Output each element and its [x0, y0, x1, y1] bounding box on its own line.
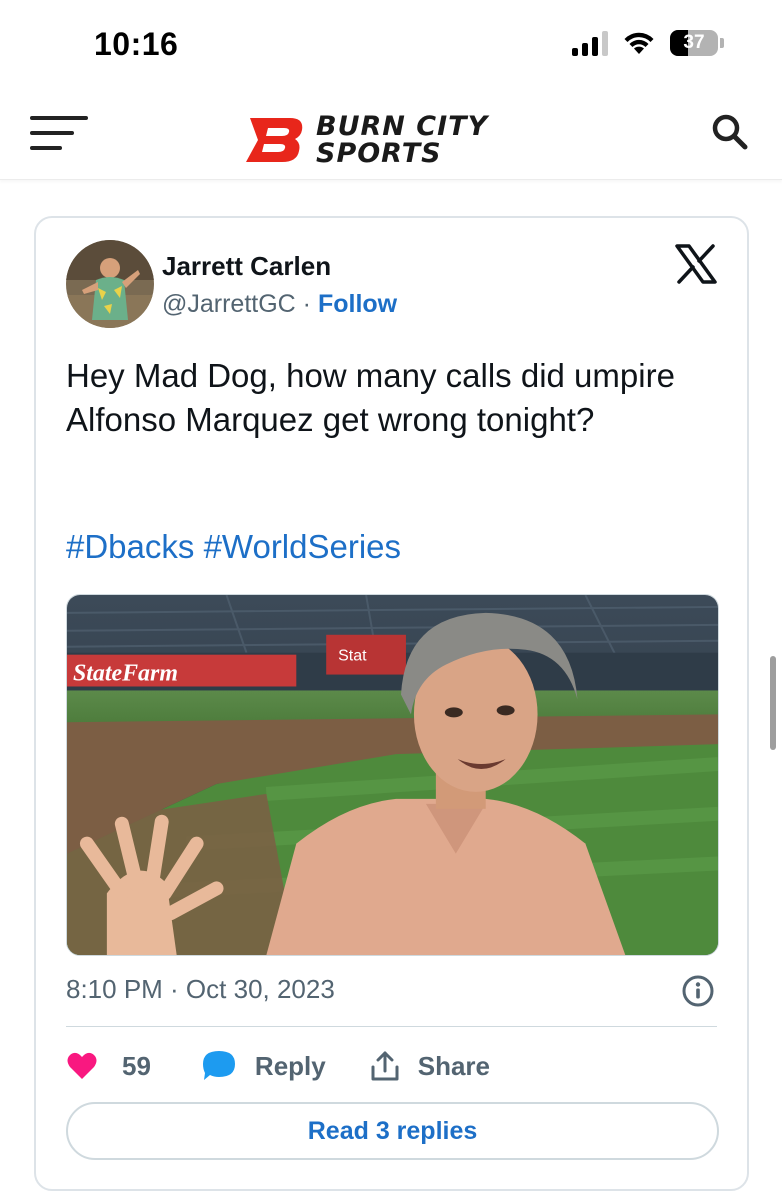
reply-label: Reply [254, 1050, 326, 1081]
like-count: 59 [122, 1050, 151, 1081]
like-button[interactable]: 59 [66, 1051, 151, 1082]
site-logo[interactable]: BURN CITY SPORTS [246, 112, 488, 168]
tweet-divider [66, 1026, 717, 1027]
status-indicators: 37 [572, 30, 724, 56]
share-label: Share [417, 1050, 490, 1081]
tweet-hashtags: #Dbacks #WorldSeries [66, 528, 401, 566]
cellular-signal-icon [572, 30, 608, 56]
logo-line-2: SPORTS [316, 138, 442, 169]
tweet-text: Hey Mad Dog, how many calls did umpire A… [66, 357, 675, 438]
heart-icon [67, 1052, 97, 1079]
site-logo-text: BURN CITY SPORTS [316, 113, 488, 167]
handle-separator: · [295, 290, 318, 318]
logo-mark-icon [246, 118, 303, 162]
info-icon[interactable] [681, 974, 715, 1008]
search-icon[interactable] [710, 112, 750, 152]
page-scrollbar[interactable] [770, 656, 776, 750]
tweet-timestamp[interactable]: 8:10 PM · Oct 30, 2023 [66, 974, 335, 1005]
hashtag-link[interactable]: #WorldSeries [204, 528, 401, 565]
author-avatar[interactable] [66, 240, 154, 328]
media-sign-statefarm: StateFarm [73, 661, 178, 687]
share-icon [371, 1051, 399, 1081]
read-replies-button[interactable]: Read 3 replies [66, 1102, 719, 1160]
hashtag-link[interactable]: #Dbacks [66, 528, 194, 565]
embedded-tweet-card: Jarrett Carlen @JarrettGC · Follow Hey M… [34, 216, 749, 1191]
battery-tip [720, 38, 724, 48]
menu-icon[interactable] [30, 112, 90, 154]
site-header: BURN CITY SPORTS [0, 92, 782, 180]
author-handle[interactable]: @JarrettGC [162, 290, 296, 318]
battery-level: 37 [683, 32, 705, 53]
logo-line-1: BURN CITY [316, 111, 489, 142]
status-time: 10:16 [94, 26, 179, 62]
status-bar: 10:16 37 [0, 0, 782, 92]
tweet-actions: 59 Reply Share [66, 1046, 490, 1086]
reply-button[interactable]: Reply [201, 1049, 326, 1083]
follow-link[interactable]: Follow [318, 290, 397, 318]
wifi-icon [624, 32, 654, 54]
media-sign-partial: Stat [338, 648, 367, 665]
author-name[interactable]: Jarrett Carlen [162, 251, 331, 282]
speech-bubble-icon [202, 1051, 235, 1080]
battery-icon: 37 [670, 30, 718, 56]
author-handle-line: @JarrettGC · Follow [162, 290, 397, 319]
x-logo-icon[interactable] [675, 244, 717, 284]
tweet-media-image[interactable]: StateFarm Stat [66, 594, 719, 956]
share-button[interactable]: Share [370, 1050, 490, 1082]
